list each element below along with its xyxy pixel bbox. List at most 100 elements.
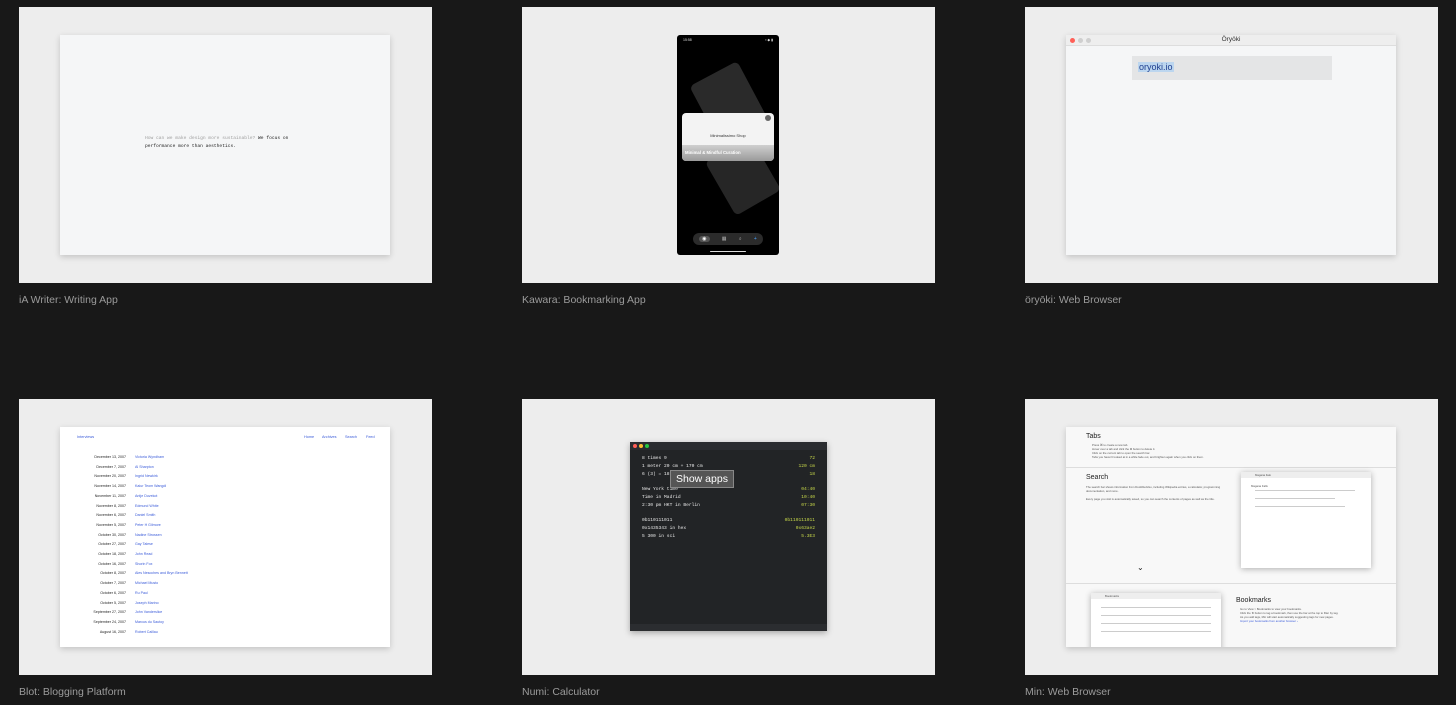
post-row[interactable]: November 14, 2007 Kaiur Teom Wangdi (60, 484, 390, 494)
post-row[interactable]: August 16, 2007 Robert Caillau (60, 630, 390, 640)
tab-bar: ◉ ▦ ⌕ + (693, 233, 763, 245)
editor-text: How can we make design more sustainable?… (145, 135, 295, 151)
minimize-dot-icon (639, 443, 643, 448)
post-link[interactable]: Nadine Strossen (135, 533, 162, 537)
app-card-ia-writer[interactable]: How can we make design more sustainable?… (19, 7, 432, 306)
post-link[interactable]: Marcus du Sautoy (135, 620, 164, 624)
post-link[interactable]: Ales Nesoches and Bryn Bennett (135, 571, 188, 575)
card-caption: Numi: Calculator (522, 686, 600, 698)
calc-line[interactable]: Time in Madrid 10:40 (642, 495, 815, 502)
chevron-down-icon[interactable]: ⌄ (1137, 563, 1144, 572)
post-row[interactable]: September 27, 2007 John Vanderslice (60, 610, 390, 620)
post-link[interactable]: Antje Duvekot (135, 494, 157, 498)
instruction-line: Tabs you haven't looked at in a while fa… (1092, 455, 1204, 459)
answer-text: We focus on (258, 136, 289, 141)
post-link[interactable]: Ingrid Newkirk (135, 474, 158, 478)
pin-icon (765, 115, 771, 121)
calc-line[interactable]: 5 300 in sci 5.3E3 (642, 534, 815, 541)
blog-screenshot: Interviews Home Archives Search Feed Dec… (60, 427, 390, 647)
bookmark-title: Minimalissimo Shop (710, 133, 746, 138)
post-date: November 6, 2007 (96, 513, 126, 518)
post-row[interactable]: November 11, 2007 Antje Duvekot (60, 494, 390, 504)
title-bar: Öryöki (1066, 35, 1396, 46)
post-row[interactable]: October 18, 2007 John Read (60, 552, 390, 562)
divider (1066, 583, 1396, 584)
calc-expression: 0x1435343 in hex (642, 526, 687, 532)
post-row[interactable]: October 7, 2007 Michael Musto (60, 581, 390, 591)
post-date: October 8, 2007 (100, 571, 126, 576)
app-card-min[interactable]: Tabs Press ⌘ to create a new tab. Hover … (1025, 399, 1438, 698)
tabs-heading: Tabs (1086, 433, 1101, 440)
app-card-numi[interactable]: 8 times 9 72 1 meter 20 cm + 170 cm 120 cm 6… (522, 399, 935, 698)
post-link[interactable]: John Read (135, 552, 152, 556)
post-link[interactable]: Michael Musto (135, 581, 158, 585)
window-title: Bookmarks (1105, 594, 1119, 598)
post-row[interactable]: November 20, 2007 Ingrid Newkirk (60, 474, 390, 484)
window-title: Öryöki (1221, 36, 1241, 43)
post-date: September 24, 2007 (93, 619, 126, 624)
post-link[interactable]: Kaiur Teom Wangdi (135, 484, 166, 488)
card-caption: öryōki: Web Browser (1025, 294, 1122, 306)
post-row[interactable]: October 6, 2007 Ru Paul (60, 591, 390, 601)
app-card-oryoki[interactable]: Öryöki oryoki.io öryōki: Web Browser (1025, 7, 1438, 306)
post-date: October 18, 2007 (98, 552, 126, 556)
post-link[interactable]: Peter H Gilmore (135, 523, 161, 527)
post-link[interactable]: John Vanderslice (135, 610, 162, 614)
close-dot-icon (633, 443, 637, 448)
post-link[interactable]: Robert Caillau (135, 630, 158, 634)
app-card-kawara[interactable]: 15:58 ▪ ◆ ▮ Minimalissimo Shop Minimal &… (522, 7, 935, 306)
calc-line[interactable]: 0b110111011 0b110111011 (642, 518, 815, 525)
post-date: September 27, 2007 (93, 610, 126, 615)
url-bar: oryoki.io (1132, 56, 1332, 80)
calc-line[interactable]: 2:30 pm HKT in Berlin 07:30 (642, 503, 815, 510)
post-row[interactable]: October 8, 2007 Ales Nesoches and Bryn Be… (60, 571, 390, 581)
calc-result: 120 cm (798, 463, 815, 469)
post-row[interactable]: November 8, 2007 Edmund White (60, 504, 390, 514)
footer-bar (630, 624, 827, 631)
url-text: oryoki.io (1138, 62, 1174, 72)
post-row[interactable]: November 5, 2007 Peter H Gilmore (60, 523, 390, 533)
blog-brand: Interviews (77, 435, 95, 439)
post-date: October 30, 2007 (98, 532, 126, 537)
browser-screenshot: Öryöki oryoki.io (1066, 35, 1396, 255)
calc-result: 04:40 (801, 487, 815, 493)
post-date: November 14, 2007 (94, 484, 126, 489)
calc-expression: Time in Madrid (642, 495, 681, 500)
post-row[interactable]: October 5, 2007 Joseph Marino (60, 601, 390, 611)
post-row[interactable]: September 24, 2007 Marcus du Sautoy (60, 620, 390, 630)
post-link[interactable]: Victoria Wyndham (135, 455, 164, 459)
app-card-blot[interactable]: Interviews Home Archives Search Feed Dec… (19, 399, 432, 698)
bookmarks-heading: Bookmarks (1236, 597, 1272, 604)
post-row[interactable]: October 30, 2007 Nadine Strossen (60, 533, 390, 543)
calc-line[interactable]: 8 times 9 72 (642, 456, 815, 463)
calc-line[interactable]: New York time 04:40 (642, 487, 815, 494)
title-bar (630, 442, 827, 450)
post-row[interactable]: October 16, 2007 Shorin Fox (60, 562, 390, 572)
post-link[interactable]: Al Sharpton (135, 465, 154, 469)
post-row[interactable]: December 13, 2007 Victoria Wyndham (60, 455, 390, 465)
post-row[interactable]: October 27, 2007 Gay Talese (60, 542, 390, 552)
post-link[interactable]: Joseph Marino (135, 601, 159, 605)
calc-result: 0b110111011 (784, 518, 815, 524)
import-bookmarks-link[interactable]: Import your bookmarks from another brows… (1240, 619, 1390, 623)
nav-archives: Archives (322, 435, 337, 439)
calc-expression: 8 times 9 (642, 456, 667, 461)
thumbnail: How can we make design more sustainable?… (19, 7, 432, 283)
phone-screenshot: 15:58 ▪ ◆ ▮ Minimalissimo Shop Minimal &… (677, 35, 779, 255)
post-link[interactable]: Daniel Smith (135, 513, 155, 517)
post-link[interactable]: Ru Paul (135, 591, 148, 595)
post-row[interactable]: November 6, 2007 Daniel Smith (60, 513, 390, 523)
calc-line[interactable]: 0x1435343 in hex 0x63ae2 (642, 526, 815, 533)
stack-icon: ◉ (699, 236, 710, 242)
post-link[interactable]: Edmund White (135, 504, 159, 508)
post-link[interactable]: Shorin Fox (135, 562, 152, 566)
calc-expression: 0b110111011 (642, 518, 673, 524)
calc-line[interactable] (642, 511, 815, 518)
post-row[interactable]: December 7, 2007 Al Sharpton (60, 465, 390, 475)
nav-search: Search (345, 435, 358, 439)
card-caption: Kawara: Bookmarking App (522, 294, 646, 306)
calc-expression: 2:30 pm HKT in Berlin (642, 502, 700, 508)
add-icon: + (753, 236, 757, 242)
post-link[interactable]: Gay Talese (135, 542, 153, 546)
calc-result: 18 (809, 471, 815, 477)
